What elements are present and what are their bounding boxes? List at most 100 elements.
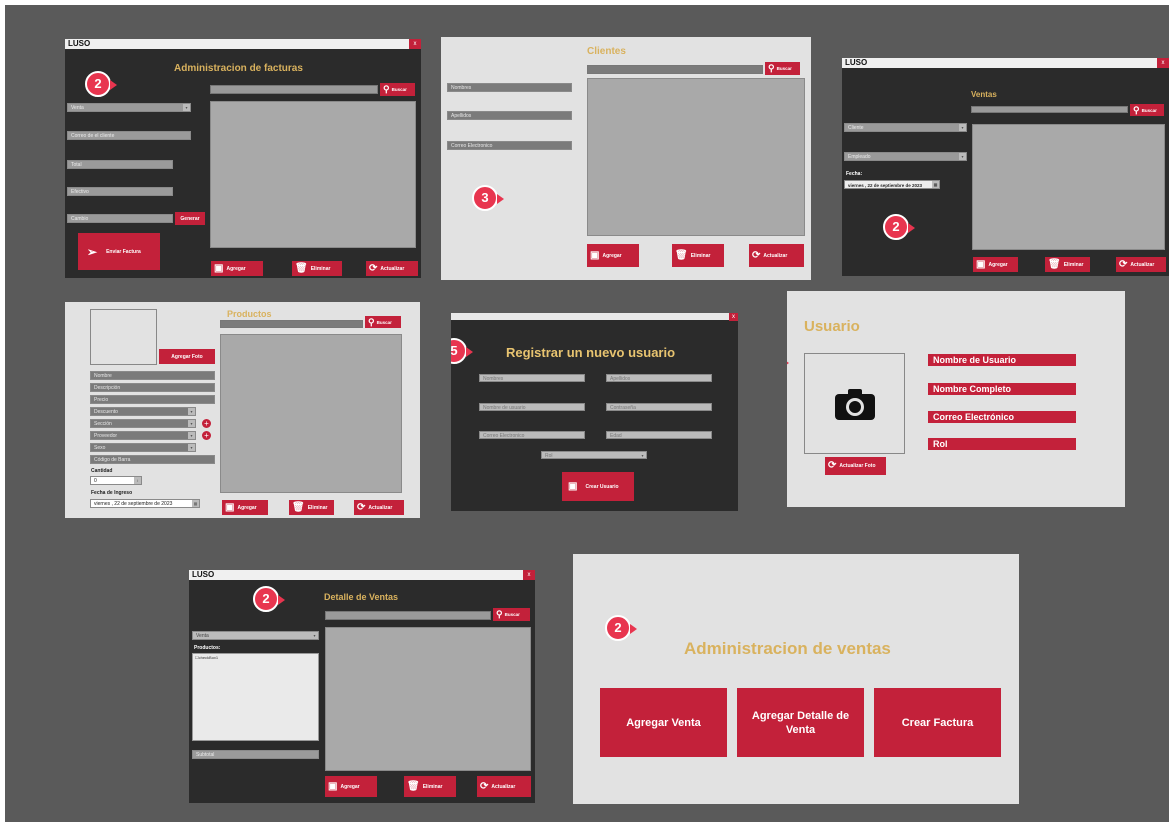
rol-select[interactable]: Rol ▾ [541, 451, 647, 459]
agregar-button[interactable]: ▣ Agregar [325, 776, 377, 797]
nombre-field[interactable]: Nombre [90, 371, 215, 380]
edad-field[interactable]: Edad [606, 431, 712, 439]
search-input[interactable] [220, 320, 363, 328]
sexo-value: Sexo [94, 445, 106, 451]
crear-usuario-button[interactable]: ▣ Crear Usuario [562, 472, 634, 501]
codigo-field[interactable]: Código de Barra [90, 455, 215, 464]
search-button[interactable]: ⚲ Buscar [493, 608, 530, 621]
descripcion-field[interactable]: Descripción [90, 383, 215, 392]
crear-usuario-label: Crear Usuario [585, 483, 619, 490]
list-item[interactable]: ☐checkBox1 [195, 655, 218, 660]
send-icon: ➢ [87, 244, 98, 259]
eliminar-button[interactable]: 🗑 Eliminar [672, 244, 724, 267]
search-input[interactable] [971, 106, 1128, 113]
search-button[interactable]: ⚲ Buscar [380, 83, 415, 96]
save-icon: ▣ [225, 501, 235, 513]
agregar-venta-button[interactable]: Agregar Venta [600, 688, 727, 757]
add-proveedor-button[interactable]: + [202, 431, 211, 440]
actualizar-button[interactable]: ⟳ Actualizar [366, 261, 418, 276]
nombres-field[interactable]: Nombres [447, 83, 572, 92]
actualizar-button[interactable]: ⟳ Actualizar [477, 776, 531, 797]
search-input[interactable] [587, 65, 763, 74]
cantidad-stepper[interactable]: 0 ↕ [90, 476, 142, 485]
correo-field[interactable]: Correo Electronico [479, 431, 585, 439]
search-button[interactable]: ⚲ Buscar [765, 62, 800, 75]
page-title: Clientes [587, 46, 626, 57]
step-badge: 3 [472, 185, 504, 211]
usuario-field[interactable]: Nombre de usuario [479, 403, 585, 411]
step-badge: 2 [883, 214, 915, 240]
agregar-button[interactable]: ▣ Agregar [211, 261, 263, 276]
generar-button[interactable]: Generar [175, 212, 205, 225]
productos-grid[interactable] [220, 334, 402, 493]
precio-field[interactable]: Precio [90, 395, 215, 404]
close-button[interactable]: x [1157, 58, 1169, 68]
eliminar-button[interactable]: 🗑 Eliminar [404, 776, 456, 797]
contrasena-field[interactable]: Contraseña [606, 403, 712, 411]
nombre-completo-label: Nombre Completo [928, 383, 1076, 395]
fecha-picker[interactable]: viernes , 22 de septiembre de 2023 ▦ [844, 180, 940, 189]
correo-field[interactable]: Correo de el cliente [67, 131, 191, 140]
subtotal-field[interactable]: Subtotal [192, 750, 319, 759]
venta-select[interactable]: Venta ▾ [192, 631, 319, 640]
nombres-field[interactable]: Nombres [479, 374, 585, 382]
agregar-foto-button[interactable]: Agregar Foto [159, 349, 215, 364]
actualizar-button[interactable]: ⟳ Actualizar [354, 500, 404, 515]
eliminar-button[interactable]: 🗑 Eliminar [1045, 257, 1090, 272]
ventas-grid[interactable] [972, 124, 1165, 250]
close-button[interactable]: x [523, 570, 535, 580]
agregar-detalle-venta-button[interactable]: Agregar Detalle de Venta [737, 688, 864, 757]
total-field[interactable]: Total [67, 160, 173, 169]
clientes-window: Clientes 3 ⚲ Buscar Nombres Apellidos Cor… [441, 37, 811, 280]
cambio-field[interactable]: Cambio [67, 214, 173, 223]
actualizar-label: Actualizar [1130, 261, 1155, 268]
page-title: Administracion de facturas [174, 63, 303, 74]
page-title: Detalle de Ventas [324, 592, 399, 602]
facturas-grid[interactable] [210, 101, 416, 248]
seccion-select[interactable]: Sección ▾ [90, 419, 196, 428]
empleado-select[interactable]: Empleado ▾ [844, 152, 967, 161]
proveedor-select[interactable]: Proveedor ▾ [90, 431, 196, 440]
apellidos-field[interactable]: Apellidos [606, 374, 712, 382]
search-input[interactable] [210, 85, 378, 94]
chevron-down-icon: ▾ [188, 432, 195, 439]
efectivo-field[interactable]: Efectivo [67, 187, 173, 196]
save-icon: ▣ [328, 780, 338, 792]
detalle-grid[interactable] [325, 627, 531, 771]
chevron-down-icon: ▾ [959, 124, 966, 131]
cliente-select[interactable]: Cliente ▾ [844, 123, 967, 132]
detalle-window: LUSO x 2 Detalle de Ventas ⚲ Buscar Venta… [189, 570, 535, 803]
trash-icon: 🗑 [1048, 258, 1061, 270]
clientes-grid[interactable] [587, 78, 805, 236]
crear-factura-button[interactable]: Crear Factura [874, 688, 1001, 757]
productos-checklist[interactable]: ☐checkBox1 [192, 653, 319, 741]
eliminar-button[interactable]: 🗑 Eliminar [289, 500, 334, 515]
sexo-select[interactable]: Sexo ▾ [90, 443, 196, 452]
search-button[interactable]: ⚲ Buscar [1130, 104, 1164, 116]
actualizar-button[interactable]: ⟳ Actualizar [1116, 257, 1166, 272]
enviar-factura-button[interactable]: ➢ Enviar Factura [78, 233, 160, 270]
search-button-label: Buscar [776, 66, 792, 71]
actualizar-button[interactable]: ⟳ Actualizar [749, 244, 804, 267]
venta-select[interactable]: Venta ▾ [67, 103, 191, 112]
apellidos-field[interactable]: Apellidos [447, 111, 572, 120]
search-button[interactable]: ⚲ Buscar [365, 316, 401, 328]
agregar-label: Agregar [237, 504, 257, 511]
photo-placeholder [90, 309, 157, 365]
nombre-usuario-label: Nombre de Usuario [928, 354, 1076, 366]
actualizar-foto-button[interactable]: ⟳ Actualizar Foto [825, 457, 886, 475]
close-button[interactable]: x [729, 313, 738, 321]
refresh-icon: ⟳ [1119, 258, 1128, 270]
agregar-button[interactable]: ▣ Agregar [222, 500, 268, 515]
add-seccion-button[interactable]: + [202, 419, 211, 428]
descuento-select[interactable]: Descuento ▾ [90, 407, 196, 416]
close-button[interactable]: x [409, 39, 421, 49]
mockup-canvas: LUSO x Administracion de facturas 2 ⚲ Bus… [5, 5, 1169, 822]
eliminar-button[interactable]: 🗑 Eliminar [292, 261, 342, 276]
search-input[interactable] [325, 611, 491, 620]
agregar-button[interactable]: ▣ Agregar [587, 244, 639, 267]
agregar-button[interactable]: ▣ Agregar [973, 257, 1018, 272]
usuario-window: Usuario 4 ⟳Actualizar Foto Nombre de Usu… [787, 291, 1125, 507]
fecha-picker[interactable]: viernes , 22 de septiembre de 2023 ▦ [90, 499, 200, 508]
correo-field[interactable]: Correo Electronico [447, 141, 572, 150]
